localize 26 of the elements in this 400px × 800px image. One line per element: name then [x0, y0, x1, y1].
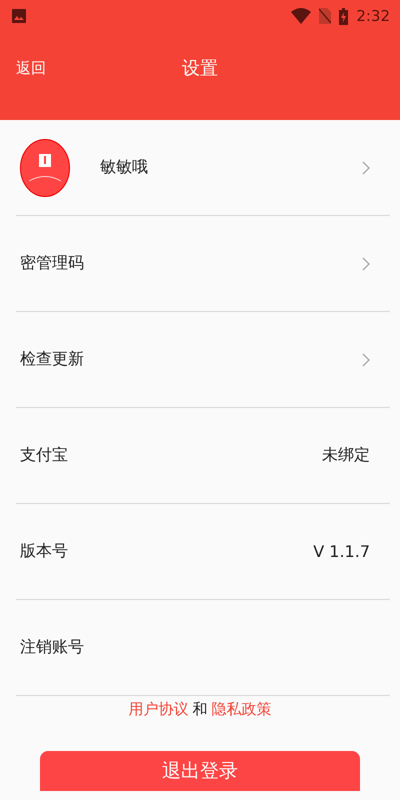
settings-row[interactable]: 密管理码: [16, 216, 390, 312]
chevron-icon: [362, 352, 370, 366]
profile-row[interactable]: 敏敏哦: [16, 120, 390, 216]
row-label: 版本号: [20, 541, 69, 562]
joiner-text: 和: [192, 700, 208, 720]
row-label: 密管理码: [20, 253, 85, 274]
chevron-icon: [362, 256, 370, 270]
row-label: 注销账号: [20, 637, 85, 658]
avatar-icon: [20, 138, 70, 196]
row-label: 检查更新: [20, 349, 85, 370]
row-label: 支付宝: [20, 445, 69, 466]
settings-row[interactable]: 注销账号: [16, 600, 390, 696]
page-title: 设置: [181, 57, 219, 80]
back-button[interactable]: 返回: [0, 58, 80, 78]
settings-row[interactable]: 检查更新: [16, 312, 390, 408]
user-name: 敏敏哦: [100, 157, 149, 178]
chevron-icon: [362, 160, 370, 174]
status-time: 2:32: [356, 7, 390, 25]
row-value: V 1.1.7: [313, 542, 370, 561]
image-icon: [12, 9, 26, 23]
battery-icon: [339, 8, 348, 24]
wifi-icon: [291, 8, 312, 24]
user-agreement-link[interactable]: 用户协议: [128, 700, 188, 751]
row-value: 未绑定: [322, 445, 370, 466]
no-sim-icon: [319, 8, 332, 24]
privacy-policy-link[interactable]: 隐私政策: [212, 700, 272, 751]
